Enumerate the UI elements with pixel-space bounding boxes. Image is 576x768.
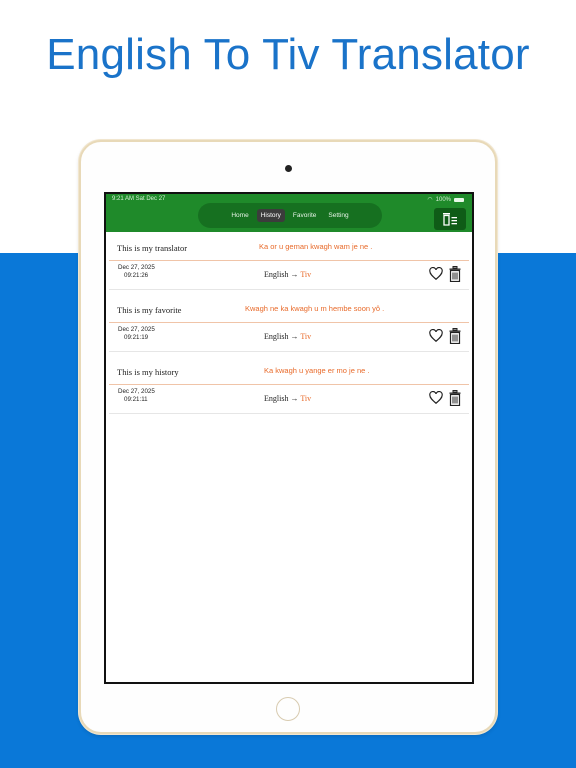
history-item-text-row: This is my translator Ka or u geman kwag… bbox=[109, 236, 469, 261]
tab-home[interactable]: Home bbox=[227, 209, 252, 222]
to-language: Tiv bbox=[300, 332, 312, 341]
translated-text: Kwagh ne ka kwagh u m hembe soon yô . bbox=[245, 304, 385, 313]
app-screen: 9:21 AM Sat Dec 27 ◠ 100% Home History F… bbox=[104, 192, 474, 684]
trash-icon[interactable] bbox=[449, 266, 461, 282]
heart-icon[interactable] bbox=[429, 391, 443, 405]
timestamp: Dec 27, 2025 09:21:26 bbox=[118, 264, 155, 279]
time-label: 09:21:26 bbox=[124, 271, 149, 279]
arrow-icon: → bbox=[290, 270, 299, 279]
time-label: 09:21:11 bbox=[124, 395, 148, 403]
language-pair: English → Tiv bbox=[264, 270, 311, 279]
tab-bar: Home History Favorite Setting bbox=[198, 203, 382, 228]
timestamp: Dec 27, 2025 09:21:11 bbox=[118, 388, 155, 403]
wifi-icon: ◠ bbox=[427, 197, 433, 203]
translated-text: Ka kwagh u yange er mo je ne . bbox=[264, 366, 370, 375]
history-item-meta-row: Dec 27, 2025 09:21:19 English → Tiv bbox=[109, 323, 469, 352]
source-text: This is my favorite bbox=[117, 305, 182, 315]
clear-history-button[interactable] bbox=[434, 208, 466, 230]
history-item[interactable]: This is my history Ka kwagh u yange er m… bbox=[109, 360, 469, 414]
trash-icon[interactable] bbox=[449, 390, 461, 406]
battery-label: 100% bbox=[435, 196, 451, 203]
source-text: This is my history bbox=[117, 367, 179, 377]
date-label: Dec 27, 2025 bbox=[118, 326, 155, 333]
translated-text: Ka or u geman kwagh wam je ne . bbox=[259, 242, 373, 251]
tablet-frame: 9:21 AM Sat Dec 27 ◠ 100% Home History F… bbox=[79, 140, 497, 734]
history-item-meta-row: Dec 27, 2025 09:21:11 English → Tiv bbox=[109, 385, 469, 414]
app-header: 9:21 AM Sat Dec 27 ◠ 100% Home History F… bbox=[106, 194, 472, 232]
arrow-icon: → bbox=[290, 394, 299, 403]
history-item-text-row: This is my history Ka kwagh u yange er m… bbox=[109, 360, 469, 385]
history-item[interactable]: This is my translator Ka or u geman kwag… bbox=[109, 236, 469, 290]
status-time: 9:21 AM Sat Dec 27 bbox=[112, 196, 166, 202]
to-language: Tiv bbox=[300, 394, 312, 403]
to-language: Tiv bbox=[300, 270, 312, 279]
trash-icon[interactable] bbox=[449, 328, 461, 344]
battery-icon bbox=[454, 197, 464, 202]
status-battery: ◠ 100% bbox=[427, 196, 464, 203]
home-button[interactable] bbox=[276, 697, 300, 721]
from-language: English bbox=[264, 270, 289, 279]
heart-icon[interactable] bbox=[429, 267, 443, 281]
from-language: English bbox=[264, 394, 289, 403]
source-text: This is my translator bbox=[117, 243, 188, 253]
language-pair: English → Tiv bbox=[264, 332, 311, 341]
tab-favorite[interactable]: Favorite bbox=[289, 209, 320, 222]
time-label: 09:21:19 bbox=[124, 333, 149, 341]
date-label: Dec 27, 2025 bbox=[118, 264, 155, 271]
headline: English To Tiv Translator bbox=[46, 30, 530, 79]
arrow-icon: → bbox=[290, 332, 299, 341]
camera-dot bbox=[285, 165, 292, 172]
tab-setting[interactable]: Setting bbox=[324, 209, 352, 222]
timestamp: Dec 27, 2025 09:21:19 bbox=[118, 326, 155, 341]
history-item-meta-row: Dec 27, 2025 09:21:26 English → Tiv bbox=[109, 261, 469, 290]
trash-list-icon bbox=[443, 213, 457, 226]
heart-icon[interactable] bbox=[429, 329, 443, 343]
language-pair: English → Tiv bbox=[264, 394, 311, 403]
date-label: Dec 27, 2025 bbox=[118, 388, 155, 395]
from-language: English bbox=[264, 332, 289, 341]
tab-history[interactable]: History bbox=[256, 209, 285, 222]
history-list: This is my translator Ka or u geman kwag… bbox=[109, 236, 469, 422]
history-item-text-row: This is my favorite Kwagh ne ka kwagh u … bbox=[109, 298, 469, 323]
history-item[interactable]: This is my favorite Kwagh ne ka kwagh u … bbox=[109, 298, 469, 352]
